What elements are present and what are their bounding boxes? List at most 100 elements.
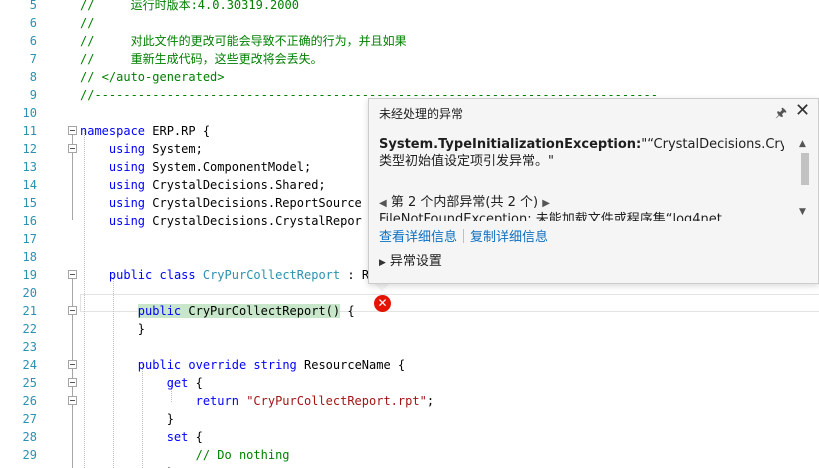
line-number: 27 bbox=[22, 412, 37, 426]
code-line[interactable]: 7 // 重新生成代码，这些更改将会丢失。 bbox=[0, 50, 819, 68]
code-text: get { bbox=[80, 374, 203, 392]
code-line[interactable]: 24 public override string ResourceName { bbox=[0, 356, 819, 374]
link-separator bbox=[463, 229, 465, 243]
exception-type: System.TypeInitializationException: bbox=[379, 137, 642, 152]
code-text: } bbox=[80, 320, 145, 338]
code-line[interactable]: 30 } bbox=[0, 464, 819, 468]
inner-exception-nav: ◀ 第 2 个内部异常(共 2 个) ▶ bbox=[379, 194, 550, 212]
code-text: // 运行时版本:4.0.30319.2000 bbox=[80, 0, 299, 14]
code-token: // 运行时版本:4.0.30319.2000 bbox=[80, 0, 299, 12]
code-token: using bbox=[108, 196, 146, 210]
code-line[interactable]: 23 bbox=[0, 338, 819, 356]
expand-arrow-icon: ▶ bbox=[379, 258, 386, 268]
code-token: namespace bbox=[80, 124, 146, 138]
code-token: CrystalDecisions.Shared; bbox=[145, 178, 326, 192]
scroll-up-icon[interactable]: ▲ bbox=[799, 139, 806, 149]
exception-message: System.TypeInitializationException:"“Cry… bbox=[379, 136, 784, 190]
line-number: 13 bbox=[22, 160, 37, 174]
code-line[interactable]: 21 public CryPurCollectReport() { bbox=[0, 302, 819, 320]
code-line[interactable]: 26 return "CryPurCollectReport.rpt"; bbox=[0, 392, 819, 410]
line-number: 18 bbox=[22, 250, 37, 264]
code-text: set { bbox=[80, 428, 203, 446]
code-text: } bbox=[80, 464, 174, 468]
exception-popup: 未经处理的异常 🖈 ✕ System.TypeInitializationExc… bbox=[368, 98, 819, 284]
collapse-icon[interactable] bbox=[68, 360, 77, 369]
code-token: System.ComponentModel; bbox=[145, 160, 312, 174]
code-text: using System.ComponentModel; bbox=[80, 158, 311, 176]
code-text: public override string ResourceName { bbox=[80, 356, 405, 374]
code-text: } bbox=[80, 410, 174, 428]
code-text: using CrystalDecisions.Shared; bbox=[80, 176, 326, 194]
code-text: using System; bbox=[80, 140, 203, 158]
code-token: CryPurCollectReport bbox=[202, 268, 341, 282]
view-details-link[interactable]: 查看详细信息 bbox=[379, 230, 457, 245]
error-icon[interactable]: ✕ bbox=[374, 295, 391, 312]
collapse-icon[interactable] bbox=[68, 306, 77, 315]
line-number: 25 bbox=[22, 376, 37, 390]
code-token: public bbox=[137, 358, 182, 372]
collapse-icon[interactable] bbox=[68, 396, 77, 405]
code-text: // </auto-generated> bbox=[80, 68, 225, 86]
code-token: public bbox=[137, 304, 182, 318]
code-line[interactable]: 29 // Do nothing bbox=[0, 446, 819, 464]
scrollbar-thumb[interactable] bbox=[801, 153, 809, 185]
code-line[interactable]: 25 get { bbox=[0, 374, 819, 392]
line-number: 6 bbox=[29, 34, 37, 48]
code-token: override bbox=[188, 358, 247, 372]
line-number: 5 bbox=[29, 0, 37, 12]
inner-exception-detail: FileNotFoundException: 未能加载文件或程序集“log4ne… bbox=[379, 212, 722, 221]
code-line[interactable]: 22 } bbox=[0, 320, 819, 338]
line-number: 19 bbox=[22, 268, 37, 282]
line-number: 11 bbox=[22, 124, 37, 138]
code-token: CryPurCollectReport() bbox=[181, 304, 341, 318]
code-token: // </auto-generated> bbox=[80, 70, 225, 84]
code-token: public bbox=[108, 268, 153, 282]
code-line[interactable]: 6 // bbox=[0, 14, 819, 32]
scroll-down-icon[interactable]: ▼ bbox=[799, 207, 806, 217]
code-text: // 对此文件的更改可能会导致不正确的行为，并且如果 bbox=[80, 32, 407, 50]
popup-tail bbox=[374, 283, 390, 292]
next-inner-exception-icon[interactable]: ▶ bbox=[542, 198, 550, 209]
code-line[interactable]: 8 // </auto-generated> bbox=[0, 68, 819, 86]
code-token: ; bbox=[426, 394, 435, 408]
code-text: // bbox=[80, 14, 94, 32]
collapse-icon[interactable] bbox=[68, 144, 77, 153]
collapse-icon[interactable] bbox=[68, 126, 77, 135]
code-text: using CrystalDecisions.CrystalRepor bbox=[80, 212, 362, 230]
code-line[interactable]: 6 // 对此文件的更改可能会导致不正确的行为，并且如果 bbox=[0, 32, 819, 50]
line-number: 20 bbox=[22, 286, 37, 300]
copy-details-link[interactable]: 复制详细信息 bbox=[470, 230, 548, 245]
code-token: using bbox=[108, 178, 146, 192]
code-line[interactable]: 5 // 运行时版本:4.0.30319.2000 bbox=[0, 0, 819, 14]
line-number: 14 bbox=[22, 178, 37, 192]
exception-settings[interactable]: ▶ 异常设置 bbox=[379, 253, 442, 272]
previous-inner-exception-icon[interactable]: ◀ bbox=[379, 198, 387, 209]
line-number: 26 bbox=[22, 394, 37, 408]
code-line[interactable]: 28 set { bbox=[0, 428, 819, 446]
code-line[interactable]: 27 } bbox=[0, 410, 819, 428]
code-line[interactable]: 20 bbox=[0, 284, 819, 302]
code-token: { bbox=[188, 376, 203, 390]
code-token: return bbox=[195, 394, 239, 408]
collapse-icon[interactable] bbox=[68, 378, 77, 387]
code-text: return "CryPurCollectReport.rpt"; bbox=[80, 392, 434, 410]
line-number: 8 bbox=[29, 70, 37, 84]
line-number: 22 bbox=[22, 322, 37, 336]
line-number: 29 bbox=[22, 448, 37, 462]
code-token: { bbox=[340, 304, 355, 318]
code-text: namespace ERP.RP { bbox=[80, 122, 210, 140]
close-icon[interactable]: ✕ bbox=[795, 101, 810, 121]
popup-header: 未经处理的异常 🖈 ✕ bbox=[369, 99, 818, 127]
inner-exception-label: 第 2 个内部异常(共 2 个) bbox=[390, 195, 539, 210]
collapse-icon[interactable] bbox=[68, 270, 77, 279]
line-number: 24 bbox=[22, 358, 37, 372]
line-number: 15 bbox=[22, 196, 37, 210]
pin-icon[interactable]: 🖈 bbox=[775, 104, 787, 126]
code-token: class bbox=[159, 268, 196, 282]
